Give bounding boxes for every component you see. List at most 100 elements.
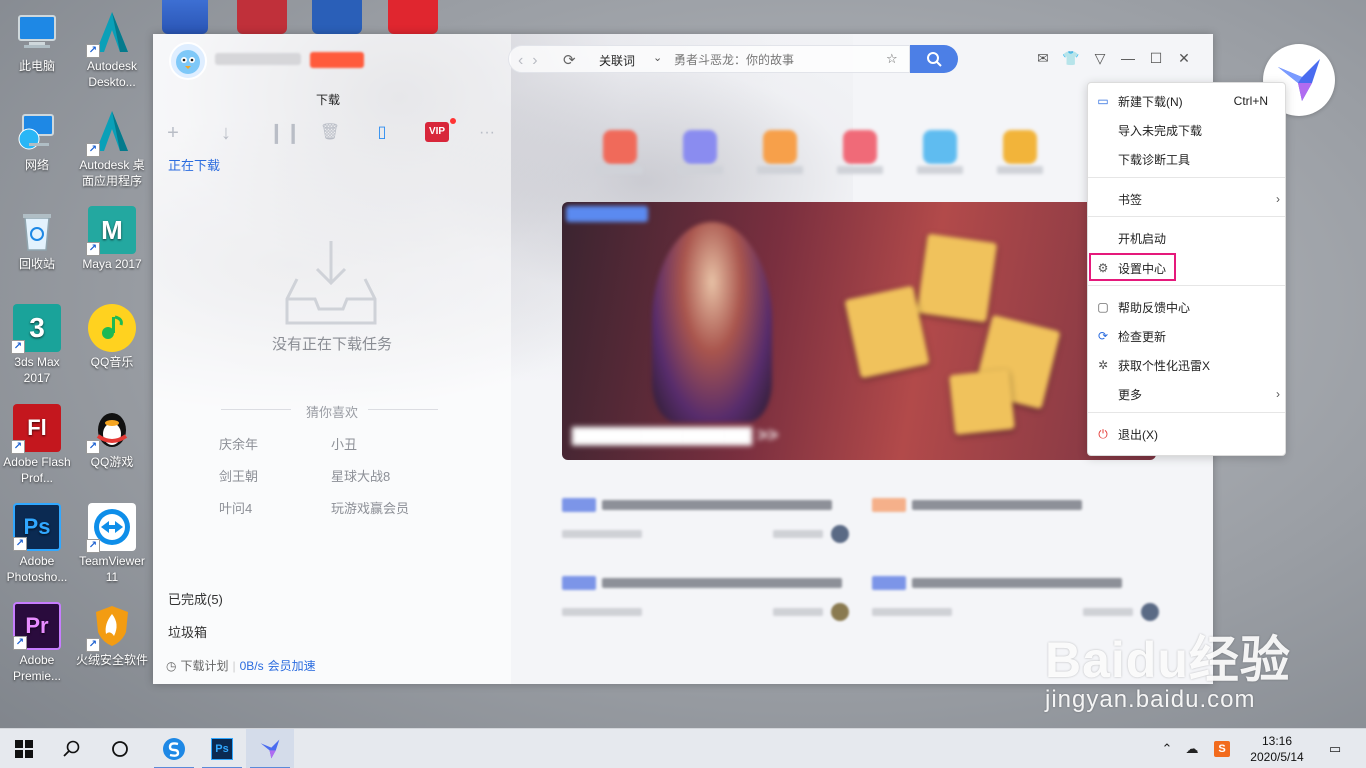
menu-item-import-unfinished[interactable]: 导入未完成下载 [1088, 117, 1285, 143]
menu-item-label: 检查更新 [1118, 329, 1167, 344]
menu-item-diagnostic-tool[interactable]: 下载诊断工具 [1088, 146, 1285, 172]
promo-banner[interactable]: ▇▇▇▇▇▇▇▇▇▇▇▇▇ >> [562, 202, 1156, 460]
delete-icon[interactable]: 🗑 [319, 122, 341, 144]
menu-item-personalize[interactable]: ✲ 获取个性化迅雷X [1088, 352, 1285, 378]
news-item[interactable] [872, 498, 1082, 512]
news-item[interactable] [562, 498, 832, 512]
desktop-icon-teamviewer[interactable]: ↗ TeamViewer 11 [76, 503, 148, 585]
new-download-icon: ▭ [1097, 94, 1109, 108]
tile-icon[interactable] [1003, 130, 1037, 164]
search-input[interactable] [668, 45, 908, 73]
menu-item-startup[interactable]: 开机启动 [1088, 225, 1285, 251]
desktop-icon-flash[interactable]: Fl ↗ Adobe Flash Prof... [1, 404, 73, 486]
mobile-icon[interactable]: ▯ [371, 122, 393, 144]
desktop-icon-autodesk-apps[interactable]: ↗ Autodesk 桌面应用程序 [76, 107, 148, 189]
start-button[interactable] [0, 729, 48, 768]
notification-center-icon[interactable]: ▭ [1320, 729, 1350, 768]
menu-item-exit[interactable]: ⏻ 退出(X) [1088, 421, 1285, 447]
desktop-icon-maya[interactable]: M ↗ Maya 2017 [76, 206, 148, 272]
vip-status-badge[interactable] [310, 52, 364, 68]
partial-app-icon[interactable] [162, 0, 208, 34]
partial-word-icon[interactable] [312, 0, 362, 34]
tab-download[interactable]: 下载 [316, 91, 340, 108]
download-plan-link[interactable]: 下载计划 [180, 657, 228, 674]
tile-icon[interactable] [763, 130, 797, 164]
desktop-icon-qqmusic[interactable]: QQ音乐 [76, 304, 148, 370]
menu-item-help-feedback[interactable]: ▢ 帮助反馈中心 [1088, 294, 1285, 320]
news-avatar [831, 603, 849, 621]
mail-icon[interactable]: ✉ [1033, 50, 1053, 67]
desktop-icon-premiere[interactable]: Pr ↗ Adobe Premie... [1, 602, 73, 684]
more-icon[interactable]: ··· [476, 122, 498, 144]
chevron-up-icon[interactable]: ⌃ [1158, 729, 1176, 768]
partial-access-icon[interactable] [237, 0, 287, 34]
shortcut-arrow-icon: ↗ [86, 539, 100, 553]
desktop-icon-network[interactable]: 网络 [1, 107, 73, 173]
skin-icon[interactable]: 👕 [1061, 50, 1081, 67]
news-title-blurred [912, 578, 1122, 588]
qqmusic-icon [88, 304, 136, 352]
recommend-item[interactable]: 小丑 [331, 434, 357, 453]
bookmark-icon[interactable]: ☆ [886, 51, 898, 67]
menu-item-bookmarks[interactable]: 书签 › [1088, 186, 1285, 212]
xunlei-window: 下载 + ↓ ❙❙ 🗑 ▯ VIP ··· 正在下载 没有正在下载任务 猜你喜欢… [153, 34, 1213, 684]
teamviewer-icon: ↗ [86, 503, 136, 553]
search-button[interactable] [910, 45, 958, 73]
desktop-icon-qqgame[interactable]: ↗ QQ游戏 [76, 404, 148, 470]
system-clock[interactable]: 13:16 2020/5/14 [1245, 733, 1309, 765]
refresh-icon[interactable]: ⟳ [563, 51, 576, 69]
desktop-icon-3dsmax[interactable]: 3 ↗ 3ds Max 2017 [1, 304, 73, 386]
minimize-icon[interactable]: — [1118, 50, 1138, 66]
user-name-blurred[interactable] [215, 53, 301, 65]
keyword-label[interactable]: 关联词 [599, 52, 635, 69]
start-download-icon[interactable]: ↓ [215, 122, 237, 144]
menu-item-check-update[interactable]: ⟳ 检查更新 [1088, 323, 1285, 349]
desktop-icon-label: 此电脑 [18, 59, 55, 73]
partial-netease-music-icon[interactable] [388, 0, 438, 34]
taskbar-search-button[interactable] [48, 729, 96, 768]
recommend-item[interactable]: 剑王朝 [219, 466, 258, 485]
tile-label [997, 166, 1043, 174]
desktop-icon-recycle-bin[interactable]: 回收站 [1, 206, 73, 272]
add-task-icon[interactable]: + [162, 122, 184, 144]
menu-item-new-download[interactable]: ▭ 新建下载(N) Ctrl+N [1088, 88, 1285, 114]
taskbar: Ps ⌃ ☁ S 13:16 2020/5/14 ▭ [0, 728, 1366, 768]
desktop-icon-photoshop[interactable]: Ps ↗ Adobe Photosho... [1, 503, 73, 585]
vip-icon[interactable]: VIP [425, 122, 449, 142]
close-icon[interactable]: ✕ [1174, 50, 1194, 67]
tile-icon[interactable] [843, 130, 877, 164]
shortcut-arrow-icon: ↗ [86, 638, 100, 652]
tab-completed[interactable]: 已完成(5) [168, 589, 223, 608]
recommend-item[interactable]: 星球大战8 [331, 466, 390, 485]
maximize-icon[interactable]: ☐ [1146, 50, 1166, 67]
recommend-item[interactable]: 叶问4 [219, 498, 252, 517]
tile-icon[interactable] [683, 130, 717, 164]
desktop-icon-this-pc[interactable]: 此电脑 [1, 8, 73, 74]
chevron-down-icon[interactable]: ⌄ [653, 51, 662, 64]
main-menu-icon[interactable]: ▽ [1090, 50, 1110, 67]
cloud-icon[interactable]: ☁ [1180, 729, 1204, 768]
taskbar-app-sogou-browser[interactable] [150, 729, 198, 768]
banner-image: ▇▇▇▇▇▇▇▇▇▇▇▇▇ >> [562, 202, 1156, 460]
tab-trash[interactable]: 垃圾箱 [168, 622, 207, 641]
desktop-icon-autodesk-desktop[interactable]: ↗ Autodesk Deskto... [76, 8, 148, 90]
tile-icon[interactable] [923, 130, 957, 164]
menu-item-more[interactable]: 更多 › [1088, 381, 1285, 407]
recommend-item[interactable]: 庆余年 [219, 434, 258, 453]
recommend-item[interactable]: 玩游戏赢会员 [331, 498, 409, 517]
taskbar-app-xunlei[interactable] [246, 729, 294, 768]
user-avatar[interactable] [169, 42, 207, 80]
member-accelerate-link[interactable]: 会员加速 [268, 657, 316, 674]
windows-start-icon [15, 740, 33, 758]
tab-downloading[interactable]: 正在下载 [168, 155, 220, 174]
news-item[interactable] [872, 576, 1122, 590]
sogou-input-icon[interactable]: S [1210, 729, 1234, 768]
news-item[interactable] [562, 576, 842, 590]
task-view-button[interactable] [96, 729, 144, 768]
pause-icon[interactable]: ❙❙ [268, 122, 302, 144]
guess-you-like-title: 猜你喜欢 [305, 405, 358, 420]
tile-icon[interactable] [603, 130, 637, 164]
back-forward-icon[interactable]: ‹ › [518, 52, 538, 70]
taskbar-app-photoshop[interactable]: Ps [198, 729, 246, 768]
desktop-icon-huorong[interactable]: ↗ 火绒安全软件 [76, 602, 148, 668]
